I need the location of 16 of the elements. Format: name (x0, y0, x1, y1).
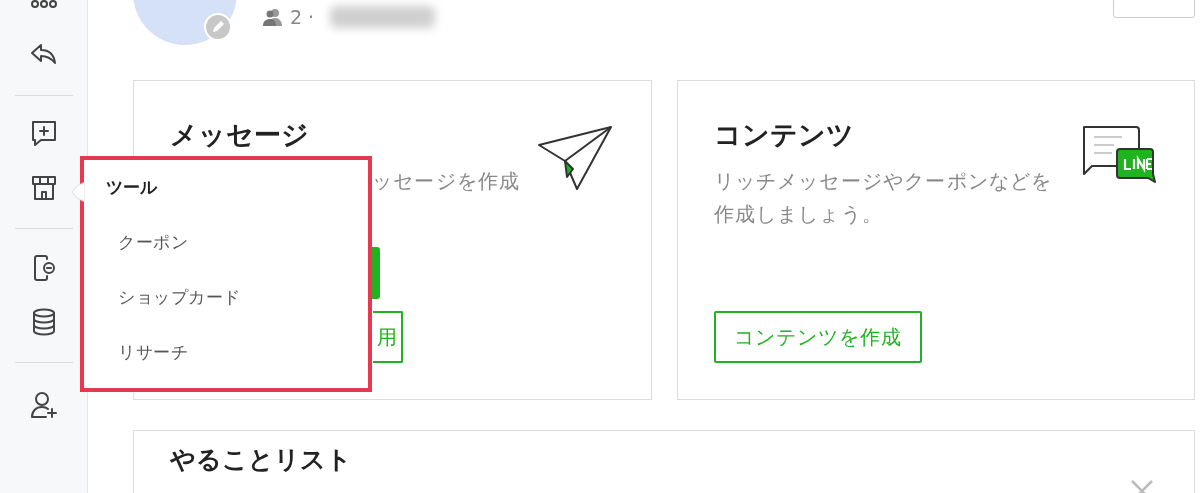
menu-item[interactable]: リサーチ (106, 325, 368, 380)
line-chat-icon (1080, 125, 1156, 185)
add-user-icon[interactable] (28, 390, 59, 420)
menu-item[interactable]: クーポン (106, 215, 368, 270)
members-icon (262, 8, 284, 26)
card-title: メッセージ (170, 118, 310, 152)
separator-dot: · (308, 6, 315, 28)
card-title: コンテンツ (713, 118, 855, 152)
card-description: リッチメッセージやクーポンなどを作成しましょう。 (713, 169, 1054, 228)
paper-plane-icon (536, 125, 613, 191)
member-count: 2 (290, 6, 303, 28)
pencil-icon (211, 20, 225, 34)
card-title: やることリスト (170, 444, 352, 476)
menu-item[interactable]: ショップカード (106, 270, 368, 325)
card-description: ッセージを作成 (371, 169, 522, 195)
menu-title: ツール (106, 176, 159, 199)
